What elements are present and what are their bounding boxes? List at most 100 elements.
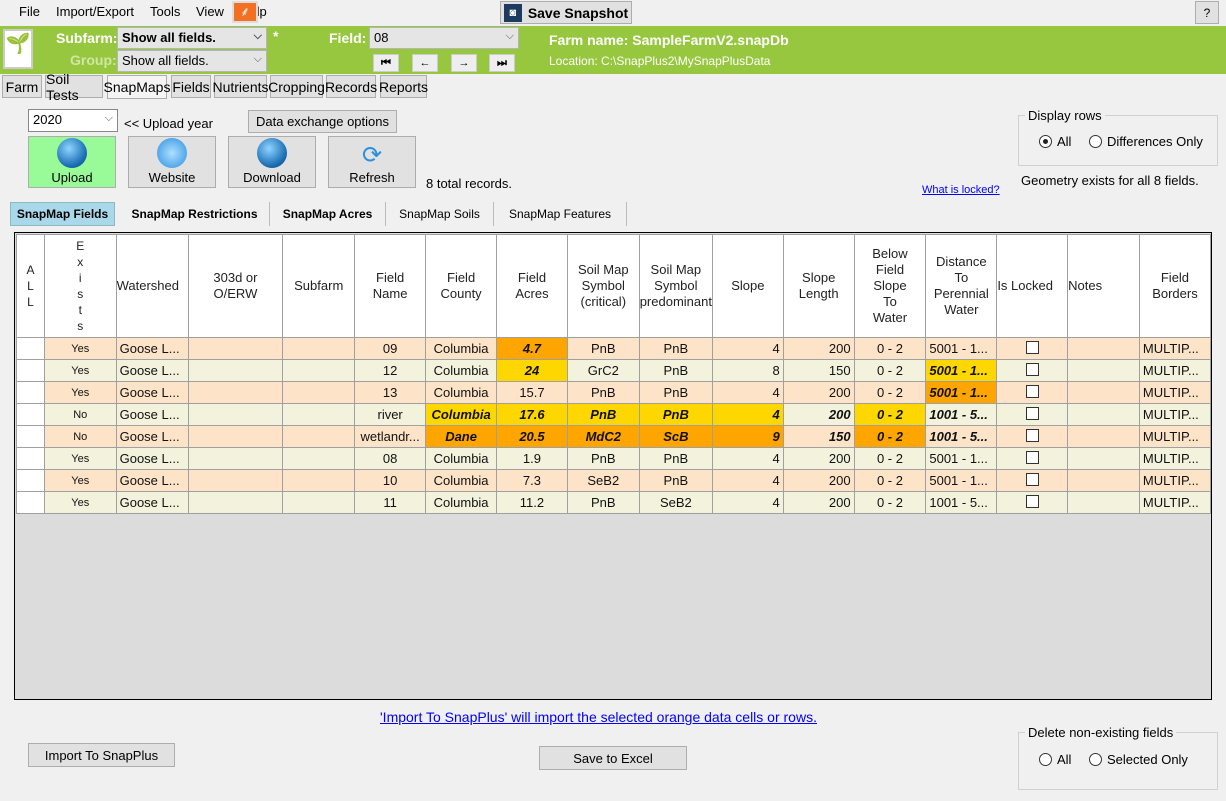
cell-all[interactable] <box>16 491 45 514</box>
table-row[interactable]: Yes Goose L... 10 Columbia 7.3 SeB2 PnB 4 200 0 -… <box>16 469 1211 492</box>
cell-watershed[interactable]: Goose L... <box>115 469 189 492</box>
table-row[interactable]: Yes Goose L... 13 Columbia 15.7 PnB PnB 4 200 0 -… <box>16 381 1211 404</box>
cell-below-field-slope[interactable]: 0 - 2 <box>853 425 927 448</box>
cell-below-field-slope[interactable]: 0 - 2 <box>853 337 927 360</box>
cell-field-acres[interactable]: 4.7 <box>496 337 568 360</box>
cell-field-acres[interactable]: 7.3 <box>496 469 568 492</box>
cell-exists[interactable]: No <box>43 425 117 448</box>
cell-distance-water[interactable]: 1001 - 5... <box>925 491 998 514</box>
tab-farm[interactable]: Farm <box>2 75 42 98</box>
subtab-snapmap-soils[interactable]: SnapMap Soils <box>386 202 494 226</box>
subtab-snapmap-acres[interactable]: SnapMap Acres <box>270 202 386 226</box>
cell-soil-predominant[interactable]: PnB <box>638 381 713 404</box>
cell-notes[interactable] <box>1067 403 1140 426</box>
cell-field-county[interactable]: Columbia <box>425 337 498 360</box>
cell-field-name[interactable]: wetlandr... <box>354 425 427 448</box>
cell-distance-water[interactable]: 1001 - 5... <box>925 425 998 448</box>
display-rows-differences-radio[interactable]: Differences Only <box>1089 134 1203 149</box>
cell-all[interactable] <box>16 447 45 470</box>
cell-field-county[interactable]: Columbia <box>425 359 498 382</box>
cell-below-field-slope[interactable]: 0 - 2 <box>853 469 927 492</box>
locked-checkbox[interactable] <box>1025 384 1039 398</box>
cell-field-acres[interactable]: 24 <box>496 359 568 382</box>
cell-field-acres[interactable]: 1.9 <box>496 447 568 470</box>
download-button[interactable]: Download <box>228 136 316 188</box>
cell-watershed[interactable]: Goose L... <box>115 491 189 514</box>
subfarm-select[interactable]: Show all fields. ⌵ <box>117 27 267 49</box>
tab-reports[interactable]: Reports <box>379 75 428 98</box>
cell-slope-length[interactable]: 200 <box>782 403 855 426</box>
column-header-soil-predominant[interactable]: Soil Map Symbol predominant <box>638 234 713 338</box>
delete-selected-radio[interactable]: Selected Only <box>1089 752 1188 767</box>
column-header-exists[interactable]: E x i s t s <box>43 234 117 338</box>
last-field-button[interactable]: ⏭ <box>489 54 515 72</box>
cell-soil-predominant[interactable]: ScB <box>638 425 713 448</box>
cell-watershed[interactable]: Goose L... <box>115 403 189 426</box>
import-to-snapplus-button[interactable]: Import To SnapPlus <box>28 743 175 767</box>
cell-field-acres[interactable]: 11.2 <box>496 491 568 514</box>
cell-field-borders[interactable]: MULTIP... <box>1138 337 1211 360</box>
upload-button[interactable]: Upload <box>28 136 116 188</box>
cell-slope-length[interactable]: 200 <box>782 447 855 470</box>
column-header-field-county[interactable]: Field County <box>425 234 498 338</box>
menu-view[interactable]: View <box>196 4 224 19</box>
cell-is-locked[interactable] <box>996 359 1069 382</box>
import-note-link[interactable]: 'Import To SnapPlus' will import the sel… <box>380 709 817 725</box>
cell-subfarm[interactable] <box>282 447 356 470</box>
delete-all-radio[interactable]: All <box>1039 752 1071 767</box>
cell-303d[interactable] <box>187 381 284 404</box>
locked-checkbox[interactable] <box>1025 362 1039 376</box>
cell-exists[interactable]: Yes <box>43 491 117 514</box>
first-field-button[interactable]: ⏮ <box>373 54 399 72</box>
cell-slope-length[interactable]: 200 <box>782 381 855 404</box>
cell-notes[interactable] <box>1067 337 1140 360</box>
display-rows-all-radio[interactable]: All <box>1039 134 1071 149</box>
cell-soil-predominant[interactable]: PnB <box>638 469 713 492</box>
locked-checkbox[interactable] <box>1025 406 1039 420</box>
menu-import-export[interactable]: Import/Export <box>56 4 134 19</box>
cell-below-field-slope[interactable]: 0 - 2 <box>853 447 927 470</box>
cell-distance-water[interactable]: 5001 - 1... <box>925 359 998 382</box>
cell-303d[interactable] <box>187 447 284 470</box>
table-row[interactable]: Yes Goose L... 09 Columbia 4.7 PnB PnB 4 200 0 - … <box>16 337 1211 360</box>
cell-below-field-slope[interactable]: 0 - 2 <box>853 403 927 426</box>
column-header-watershed[interactable]: Watershed <box>115 234 189 338</box>
cell-exists[interactable]: Yes <box>43 337 117 360</box>
cell-is-locked[interactable] <box>996 425 1069 448</box>
cell-all[interactable] <box>16 337 45 360</box>
cell-303d[interactable] <box>187 491 284 514</box>
cell-field-county[interactable]: Columbia <box>425 447 498 470</box>
cell-field-name[interactable]: 12 <box>354 359 427 382</box>
locked-checkbox[interactable] <box>1025 340 1039 354</box>
cell-is-locked[interactable] <box>996 491 1069 514</box>
cell-field-borders[interactable]: MULTIP... <box>1138 425 1211 448</box>
cell-is-locked[interactable] <box>996 381 1069 404</box>
cell-notes[interactable] <box>1067 447 1140 470</box>
cell-303d[interactable] <box>187 469 284 492</box>
cell-watershed[interactable]: Goose L... <box>115 359 189 382</box>
cell-soil-critical[interactable]: GrC2 <box>566 359 640 382</box>
column-header-field-name[interactable]: Field Name <box>354 234 427 338</box>
cell-slope[interactable]: 4 <box>711 337 784 360</box>
cell-exists[interactable]: Yes <box>43 447 117 470</box>
cell-all[interactable] <box>16 381 45 404</box>
cell-is-locked[interactable] <box>996 403 1069 426</box>
cell-slope-length[interactable]: 200 <box>782 491 855 514</box>
group-select[interactable]: Show all fields. ⌵ <box>117 50 267 72</box>
cell-notes[interactable] <box>1067 381 1140 404</box>
cell-watershed[interactable]: Goose L... <box>115 337 189 360</box>
cell-subfarm[interactable] <box>282 403 356 426</box>
cell-watershed[interactable]: Goose L... <box>115 425 189 448</box>
tab-records[interactable]: Records <box>325 75 377 98</box>
cell-field-name[interactable]: 11 <box>354 491 427 514</box>
cell-field-name[interactable]: river <box>354 403 427 426</box>
subtab-snapmap-features[interactable]: SnapMap Features <box>494 202 627 226</box>
cell-303d[interactable] <box>187 359 284 382</box>
table-row[interactable]: No Goose L... river Columbia 17.6 PnB PnB 4 200 0… <box>16 403 1211 426</box>
tab-nutrients[interactable]: Nutrients <box>212 75 269 98</box>
cell-slope-length[interactable]: 150 <box>782 425 855 448</box>
refresh-button[interactable]: ⟳ Refresh <box>328 136 416 188</box>
cell-soil-critical[interactable]: PnB <box>566 447 640 470</box>
cell-is-locked[interactable] <box>996 447 1069 470</box>
column-header-field-acres[interactable]: Field Acres <box>496 234 568 338</box>
